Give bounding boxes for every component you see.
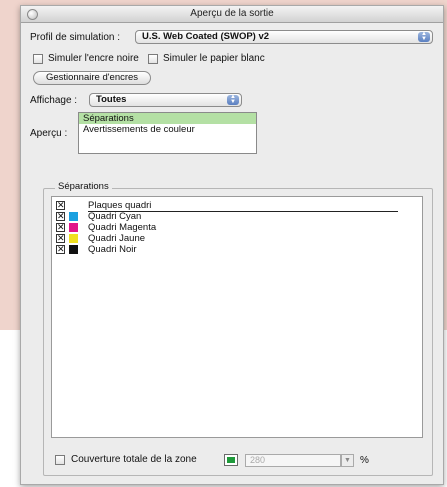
checked-box-icon[interactable]: ✕ xyxy=(56,223,65,232)
green-swatch-fill xyxy=(227,457,235,463)
separations-group-title: Séparations xyxy=(55,181,112,192)
profile-value: U.S. Web Coated (SWOP) v2 xyxy=(142,31,270,42)
separation-label: Quadri Cyan xyxy=(88,211,142,222)
output-preview-window: Aperçu de la sortie Profil de simulation… xyxy=(20,5,444,485)
ink-manager-button[interactable]: Gestionnaire d'encres xyxy=(33,71,151,85)
checked-box-icon[interactable]: ✕ xyxy=(56,245,65,254)
preview-list[interactable]: Séparations Avertissements de couleur xyxy=(78,112,257,154)
separation-row[interactable]: ✕ Quadri Cyan xyxy=(52,211,422,222)
preview-item-color-warnings[interactable]: Avertissements de couleur xyxy=(79,124,256,135)
display-select[interactable]: Toutes ▲ ▼ xyxy=(89,93,242,107)
checked-box-icon[interactable]: ✕ xyxy=(56,201,65,210)
preview-item-separations[interactable]: Séparations xyxy=(79,113,256,124)
coverage-value-field[interactable]: 280 xyxy=(245,454,341,467)
display-value: Toutes xyxy=(96,94,127,105)
coverage-color-swatch[interactable] xyxy=(224,454,238,466)
window-title: Aperçu de la sortie xyxy=(190,8,274,19)
separation-row[interactable]: ✕ Quadri Jaune xyxy=(52,233,422,244)
separation-row[interactable]: ✕ Quadri Magenta xyxy=(52,222,422,233)
separations-list: ✕ Plaques quadri ✕ Quadri Cyan ✕ Quadri … xyxy=(51,196,423,438)
magenta-swatch xyxy=(69,223,78,232)
checked-box-icon[interactable]: ✕ xyxy=(56,212,65,221)
yellow-swatch xyxy=(69,234,78,243)
coverage-dropdown-arrow-icon[interactable]: ▼ xyxy=(341,454,354,467)
black-swatch xyxy=(69,245,78,254)
separation-label: Quadri Jaune xyxy=(88,233,146,244)
profile-select[interactable]: U.S. Web Coated (SWOP) v2 ▲ ▼ xyxy=(135,30,433,44)
popup-arrows-icon: ▲ ▼ xyxy=(227,94,239,105)
title-bar: Aperçu de la sortie xyxy=(21,6,443,23)
preview-label: Aperçu : xyxy=(30,128,68,139)
separation-label: Quadri Noir xyxy=(88,244,137,255)
total-coverage-checkbox[interactable] xyxy=(55,455,65,465)
separation-row[interactable]: ✕ Quadri Noir xyxy=(52,244,422,255)
simulate-paper-white-label: Simuler le papier blanc xyxy=(163,53,265,64)
coverage-unit: % xyxy=(360,455,369,466)
popup-arrows-icon: ▲ ▼ xyxy=(418,31,430,42)
separation-label: Quadri Magenta xyxy=(88,222,157,233)
display-label: Affichage : xyxy=(30,95,78,106)
checked-box-icon[interactable]: ✕ xyxy=(56,234,65,243)
simulate-black-ink-label: Simuler l'encre noire xyxy=(48,53,139,64)
separation-row[interactable]: ✕ Plaques quadri xyxy=(52,200,422,212)
simulate-paper-white-checkbox[interactable] xyxy=(148,54,158,64)
cyan-swatch xyxy=(69,212,78,221)
total-coverage-label: Couverture totale de la zone xyxy=(71,454,197,465)
profile-label: Profil de simulation : xyxy=(30,32,121,43)
simulate-black-ink-checkbox[interactable] xyxy=(33,54,43,64)
